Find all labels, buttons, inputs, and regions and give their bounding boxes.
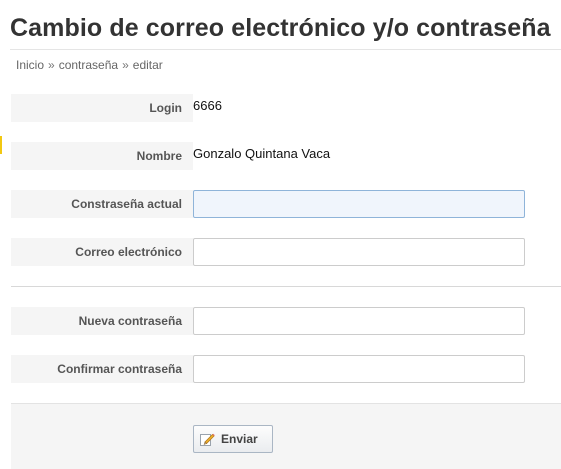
breadcrumb-separator: » bbox=[48, 58, 55, 72]
login-value: 6666 bbox=[193, 98, 222, 113]
new-password-label: Nueva contraseña bbox=[11, 307, 193, 335]
submit-button-label: Enviar bbox=[221, 432, 258, 446]
breadcrumb-separator: » bbox=[122, 58, 129, 72]
breadcrumb-editar: editar bbox=[132, 58, 163, 72]
submit-button[interactable]: Enviar bbox=[193, 425, 273, 453]
section-divider bbox=[11, 286, 561, 287]
form-actions-bar bbox=[11, 403, 561, 469]
nombre-label: Nombre bbox=[11, 142, 193, 170]
pencil-edit-icon bbox=[199, 431, 215, 447]
title-divider bbox=[10, 49, 561, 50]
current-password-input[interactable] bbox=[193, 190, 525, 218]
current-password-label: Constraseña actual bbox=[11, 190, 193, 218]
email-input[interactable] bbox=[193, 238, 525, 266]
confirm-password-label: Confirmar contraseña bbox=[11, 355, 193, 383]
new-password-input[interactable] bbox=[193, 307, 525, 335]
breadcrumb-contrasena[interactable]: contraseña bbox=[59, 58, 118, 72]
login-label: Login bbox=[11, 94, 193, 122]
email-label: Correo electrónico bbox=[11, 238, 193, 266]
edge-marker bbox=[0, 136, 2, 154]
breadcrumb: Inicio» contraseña» editar bbox=[16, 58, 163, 72]
nombre-value: Gonzalo Quintana Vaca bbox=[193, 146, 331, 161]
page-title: Cambio de correo electrónico y/o contras… bbox=[10, 14, 551, 42]
breadcrumb-inicio[interactable]: Inicio bbox=[16, 58, 44, 72]
confirm-password-input[interactable] bbox=[193, 355, 525, 383]
